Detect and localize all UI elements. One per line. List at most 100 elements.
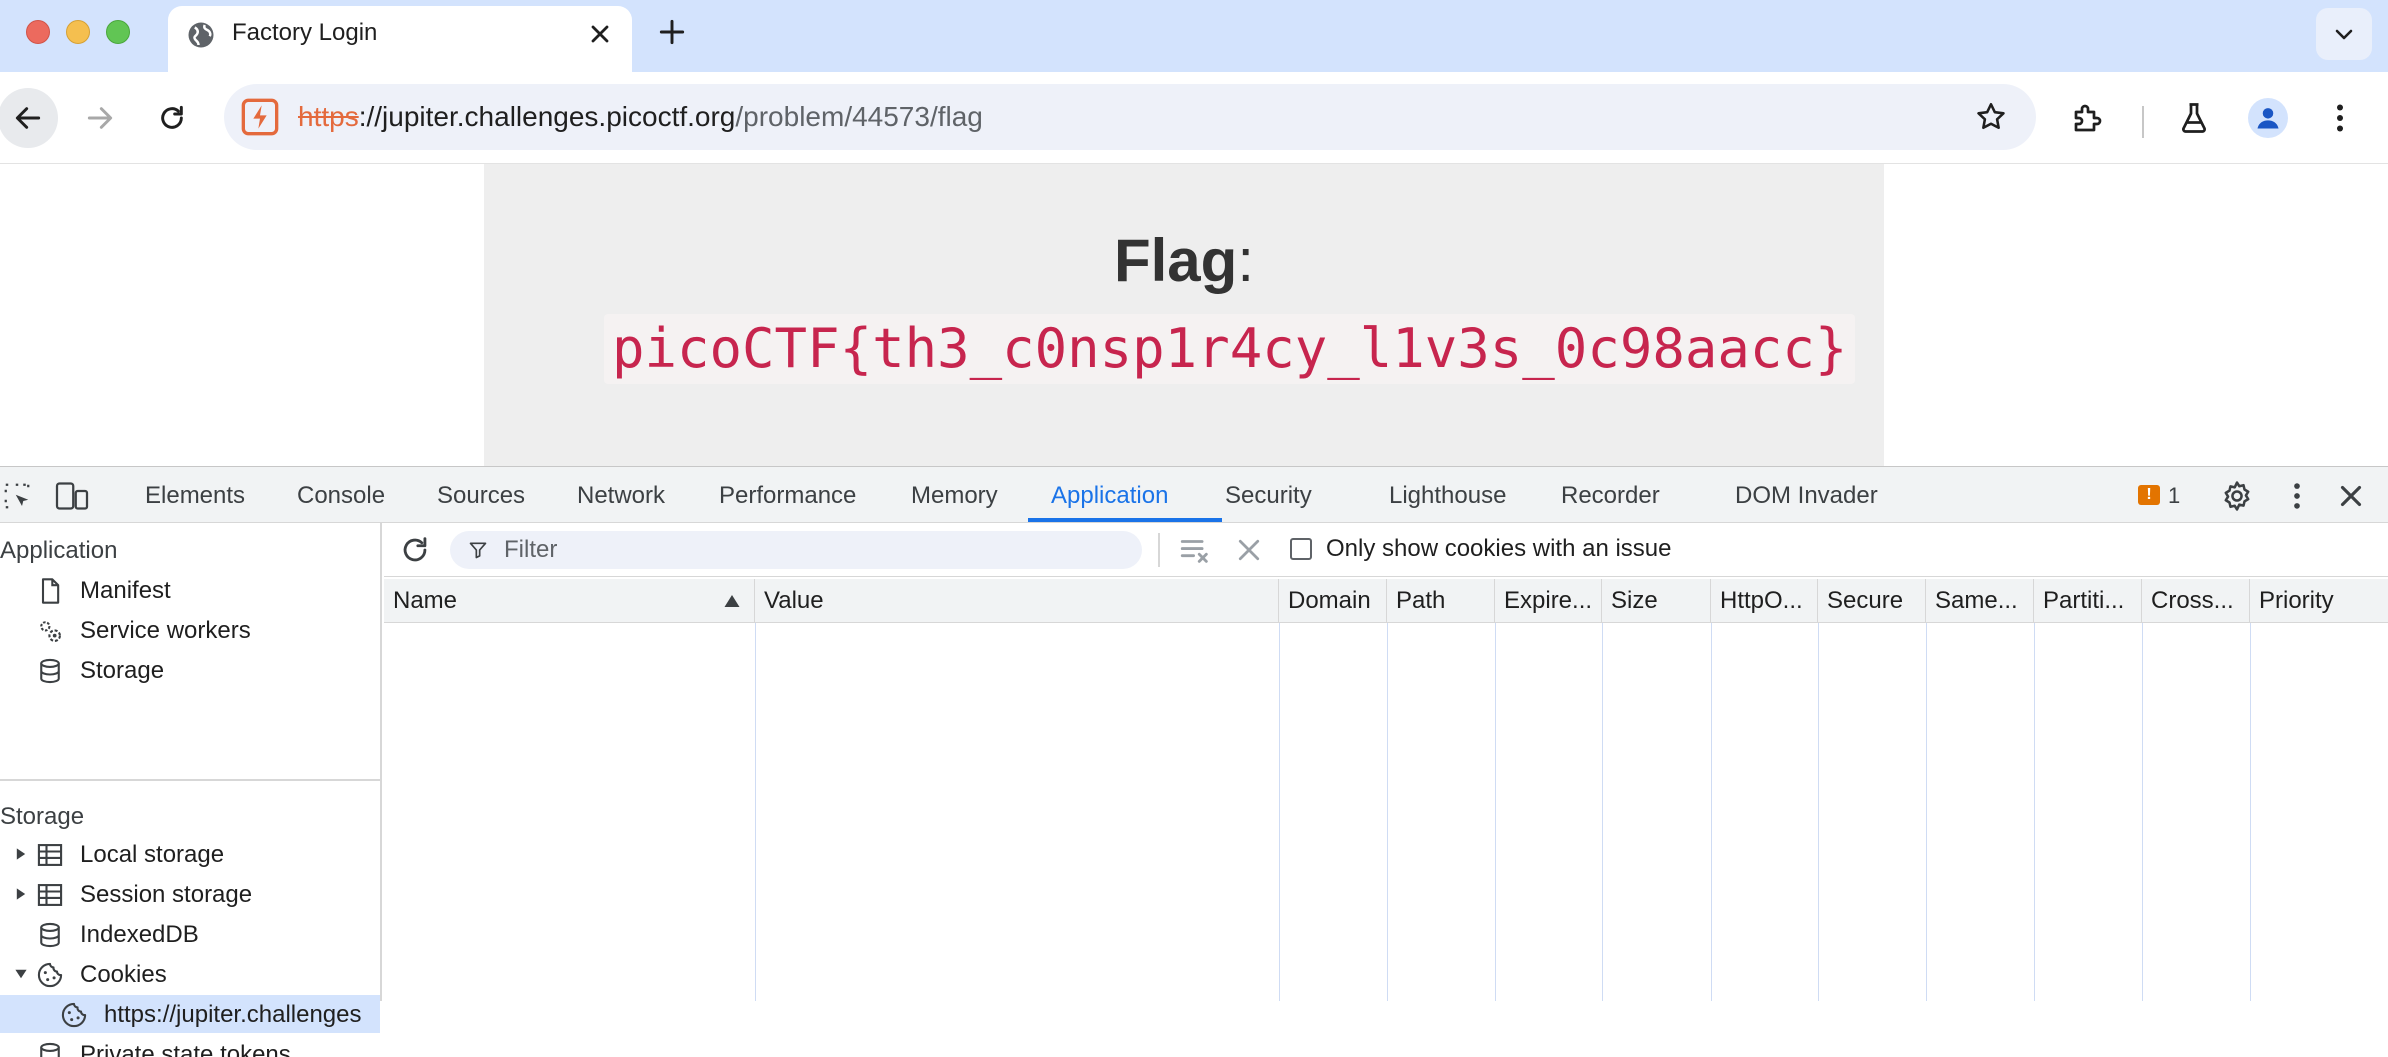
globe-icon <box>188 22 214 48</box>
tab-sources[interactable]: Sources <box>437 482 525 510</box>
tab-lighthouse[interactable]: Lighthouse <box>1389 482 1506 510</box>
maximize-window-button[interactable] <box>106 20 130 44</box>
sidebar-item-storage[interactable]: Storage <box>0 651 380 689</box>
column-header-priority[interactable]: Priority <box>2250 579 2384 623</box>
toolbar-separator <box>2142 106 2144 138</box>
column-divider <box>1818 623 1819 1001</box>
expand-triangle-icon[interactable] <box>14 887 28 901</box>
column-header-name[interactable]: Name <box>384 579 755 623</box>
cookies-view: Only show cookies with an issue Name Val… <box>384 523 2388 1001</box>
arrow-right-icon <box>87 107 113 129</box>
database-icon <box>40 658 60 684</box>
close-devtools-icon[interactable] <box>2334 479 2368 513</box>
column-divider <box>2034 623 2035 1001</box>
url-path: /problem/44573/flag <box>735 101 983 132</box>
tab-network[interactable]: Network <box>577 482 665 510</box>
column-header-domain[interactable]: Domain <box>1279 579 1387 623</box>
sidebar-header-storage: Storage <box>0 803 85 830</box>
device-toolbar-icon[interactable] <box>54 481 90 511</box>
cookies-toolbar: Only show cookies with an issue <box>384 523 2388 577</box>
table-grid-icon <box>37 844 63 866</box>
tab-memory[interactable]: Memory <box>911 482 998 510</box>
warning-icon: ! <box>2138 485 2160 505</box>
only-issues-checkbox[interactable] <box>1290 538 1312 560</box>
sidebar-item-label: https://jupiter.challenges <box>104 1001 362 1028</box>
refresh-icon[interactable] <box>398 533 432 567</box>
cookie-icon <box>37 962 63 988</box>
active-tab-indicator <box>1028 518 1222 522</box>
sidebar-item-indexeddb[interactable]: IndexedDB <box>0 915 380 953</box>
browser-tab[interactable]: Factory Login <box>168 6 632 72</box>
forward-button[interactable] <box>70 88 130 148</box>
sidebar-item-manifest[interactable]: Manifest <box>0 571 380 609</box>
sidebar-item-local-storage[interactable]: Local storage <box>0 835 380 873</box>
column-header-path[interactable]: Path <box>1387 579 1495 623</box>
table-grid-icon <box>37 884 63 906</box>
back-button[interactable] <box>0 88 58 148</box>
database-icon <box>40 922 60 948</box>
bookmark-star-icon[interactable] <box>1974 100 2008 134</box>
person-icon <box>2257 108 2279 129</box>
column-header-secure[interactable]: Secure <box>1818 579 1926 623</box>
filter-box[interactable] <box>450 531 1142 569</box>
table-header: Name Value Domain Path Expire... Size Ht… <box>384 579 2388 623</box>
reload-icon <box>161 105 183 129</box>
not-secure-icon[interactable] <box>240 97 280 137</box>
collapse-triangle-icon[interactable] <box>14 967 28 981</box>
tab-recorder[interactable]: Recorder <box>1561 482 1660 510</box>
tab-security[interactable]: Security <box>1225 482 1312 510</box>
filter-input[interactable] <box>504 531 1124 569</box>
sidebar-item-session-storage[interactable]: Session storage <box>0 875 380 913</box>
tab-performance[interactable]: Performance <box>719 482 856 510</box>
minimize-window-button[interactable] <box>66 20 90 44</box>
sidebar-item-label: IndexedDB <box>80 921 199 948</box>
column-header-size[interactable]: Size <box>1602 579 1711 623</box>
close-window-button[interactable] <box>26 20 50 44</box>
application-sidebar: Application Manifest Service workers Sto… <box>0 523 382 1057</box>
reload-button[interactable] <box>142 88 202 148</box>
more-vertical-icon[interactable] <box>2322 100 2358 136</box>
flag-container: Flag: picoCTF{th3_c0nsp1r4cy_l1v3s_0c98a… <box>484 164 1884 466</box>
inspect-element-icon[interactable] <box>2 481 32 511</box>
sidebar-item-label: Private state tokens <box>80 1041 291 1057</box>
sidebar-item-private-state-tokens[interactable]: Private state tokens <box>0 1035 380 1057</box>
column-header-value[interactable]: Value <box>755 579 1279 623</box>
tab-console[interactable]: Console <box>297 482 385 510</box>
column-divider <box>2142 623 2143 1001</box>
filter-funnel-icon <box>469 542 487 559</box>
column-divider <box>1711 623 1712 1001</box>
sidebar-item-label: Cookies <box>80 961 167 988</box>
sidebar-item-service-workers[interactable]: Service workers <box>0 611 380 649</box>
tab-elements[interactable]: Elements <box>145 482 245 510</box>
sidebar-item-cookies[interactable]: Cookies <box>0 955 380 993</box>
close-tab-icon[interactable] <box>586 20 614 48</box>
address-bar[interactable]: https://jupiter.challenges.picoctf.org/p… <box>224 84 2036 150</box>
profile-avatar[interactable] <box>2248 98 2288 138</box>
sidebar-item-label: Local storage <box>80 841 225 868</box>
tab-dom-invader[interactable]: DOM Invader <box>1735 482 1878 510</box>
labs-flask-icon[interactable] <box>2176 100 2212 136</box>
sidebar-item-label: Storage <box>80 657 165 684</box>
column-header-partition[interactable]: Partiti... <box>2034 579 2142 623</box>
tab-application[interactable]: Application <box>1051 482 1168 510</box>
expand-triangle-icon[interactable] <box>14 847 28 861</box>
issues-count: 1 <box>2168 483 2181 508</box>
url-text[interactable]: https://jupiter.challenges.picoctf.org/p… <box>298 101 983 133</box>
column-header-expires[interactable]: Expire... <box>1495 579 1602 623</box>
column-header-httponly[interactable]: HttpO... <box>1711 579 1818 623</box>
extensions-puzzle-icon[interactable] <box>2070 100 2106 136</box>
column-header-samesite[interactable]: Same... <box>1926 579 2034 623</box>
new-tab-icon[interactable] <box>656 16 688 48</box>
sidebar-divider <box>0 779 380 781</box>
clear-all-icon[interactable] <box>1178 533 1212 567</box>
sidebar-item-cookie-origin[interactable]: https://jupiter.challenges <box>0 995 380 1033</box>
devtools-more-icon[interactable] <box>2280 479 2314 513</box>
tab-search-button[interactable] <box>2316 8 2372 60</box>
only-issues-label: Only show cookies with an issue <box>1326 535 1672 562</box>
settings-gear-icon[interactable] <box>2220 479 2254 513</box>
column-header-cross-site[interactable]: Cross... <box>2142 579 2250 623</box>
gears-icon <box>40 621 61 642</box>
flag-value: picoCTF{th3_c0nsp1r4cy_l1v3s_0c98aacc} <box>604 314 1856 384</box>
url-host: jupiter.challenges.picoctf.org <box>382 101 736 132</box>
delete-selected-icon[interactable] <box>1234 535 1264 565</box>
